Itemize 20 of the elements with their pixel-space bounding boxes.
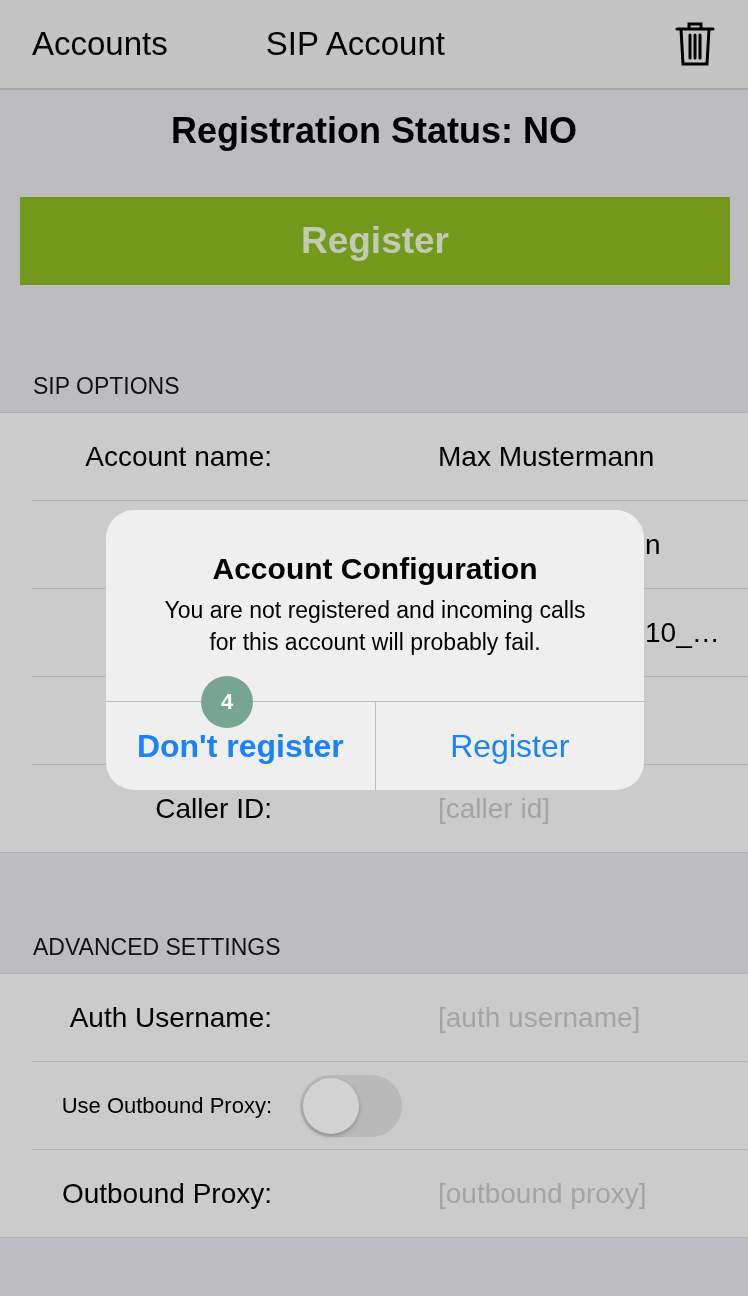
back-link[interactable]: Accounts	[32, 25, 168, 63]
trash-icon[interactable]	[674, 20, 716, 68]
field-label: Auth Username:	[68, 1001, 272, 1034]
field-label: Use Outbound Proxy:	[60, 1092, 272, 1119]
field-label: Account name:	[84, 440, 272, 473]
toggle-switch[interactable]	[300, 1074, 402, 1137]
section-header: SIP OPTIONS	[32, 372, 181, 401]
step-badge: 4	[201, 676, 253, 728]
alert-button[interactable]: Register	[374, 702, 644, 790]
alert-message: You are not registered and incoming calls for this account will probably fail.	[163, 596, 587, 657]
register-button[interactable]: Register	[20, 197, 730, 285]
field-label: Outbound Proxy:	[60, 1177, 272, 1210]
alert-title: Account Configuration	[211, 552, 539, 586]
input-field[interactable]: Max Mustermann	[438, 440, 728, 473]
field-value: n	[645, 528, 661, 561]
section-header: ADVANCED SETTINGS	[32, 933, 282, 962]
field-value: 10_…	[645, 616, 720, 649]
nav-title: SIP Account	[265, 25, 446, 63]
registration-status: Registration Status: NO	[169, 109, 578, 153]
field-label: Caller ID:	[154, 792, 272, 825]
